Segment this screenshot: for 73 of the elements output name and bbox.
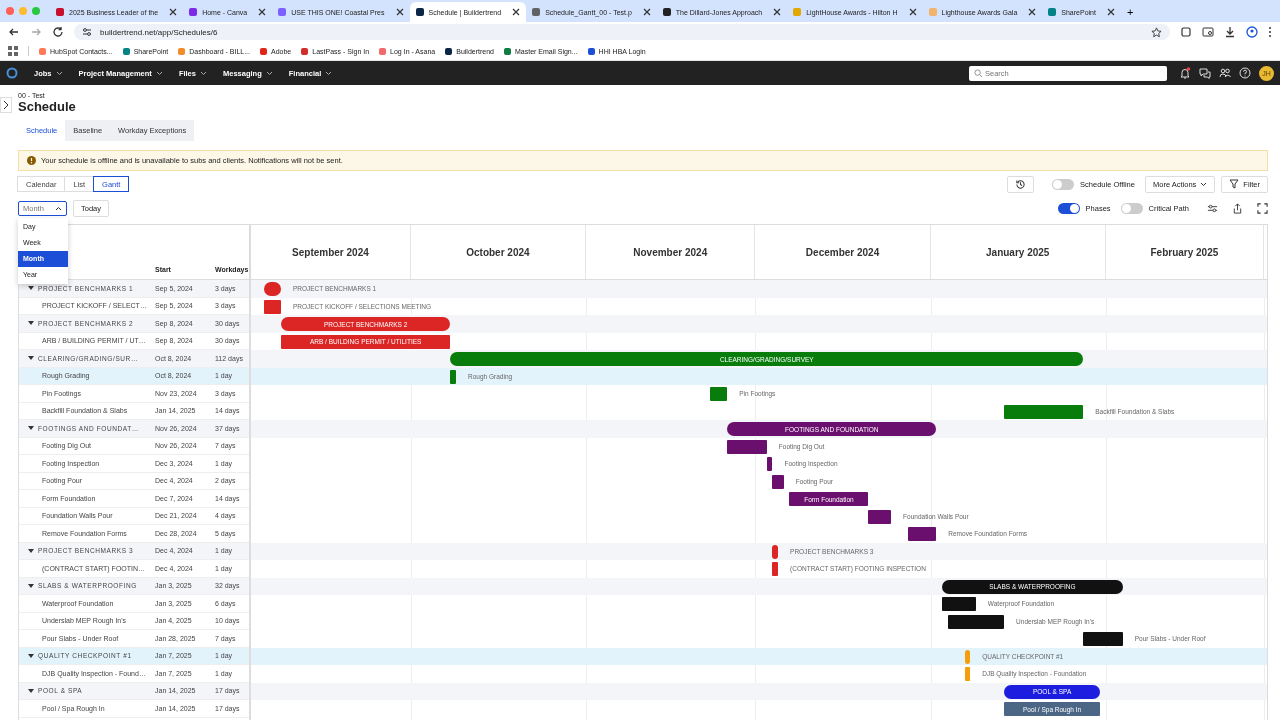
more-menu-icon[interactable] xyxy=(1268,26,1272,38)
phase-bar[interactable] xyxy=(772,544,779,559)
month-label: September 2024 xyxy=(292,246,369,258)
notification-bell-icon[interactable] xyxy=(1179,67,1191,79)
reload-icon[interactable] xyxy=(52,26,64,38)
task-bar[interactable] xyxy=(772,474,784,489)
address-bar[interactable]: buildertrend.net/app/Schedules/6 xyxy=(74,24,1170,40)
phases-toggle[interactable] xyxy=(1057,202,1080,214)
month-label: February 2025 xyxy=(1150,246,1219,258)
history-icon xyxy=(1015,178,1027,190)
close-tab-icon[interactable] xyxy=(642,8,651,16)
download-icon[interactable] xyxy=(1224,26,1236,38)
month-label: November 2024 xyxy=(633,246,708,258)
collapse-triangle-icon[interactable] xyxy=(28,548,34,553)
favicon-icon[interactable] xyxy=(445,47,453,55)
close-tab-icon[interactable] xyxy=(908,8,917,16)
close-tab-icon[interactable] xyxy=(1028,8,1037,16)
page-title: Schedule xyxy=(18,99,77,114)
schedule-offline-toggle[interactable] xyxy=(1052,178,1075,190)
month-label: October 2024 xyxy=(466,246,530,258)
close-tab-icon[interactable] xyxy=(1106,8,1115,16)
ring-logo-icon[interactable] xyxy=(6,67,18,79)
search-icon xyxy=(974,68,983,78)
chevron-up-icon xyxy=(55,205,62,211)
task-bar[interactable] xyxy=(941,597,976,611)
close-tab-icon[interactable] xyxy=(258,8,267,16)
task-bar[interactable] xyxy=(766,457,773,471)
share-icon[interactable] xyxy=(1232,202,1243,214)
chat-bubbles-icon[interactable] xyxy=(1199,67,1211,79)
tab-search-icon[interactable] xyxy=(1202,26,1214,38)
help-icon[interactable] xyxy=(1239,67,1251,79)
collapse-triangle-icon[interactable] xyxy=(28,653,34,658)
task-bar[interactable] xyxy=(868,509,892,524)
collapse-triangle-icon[interactable] xyxy=(28,321,34,326)
collapse-triangle-icon[interactable] xyxy=(28,286,34,291)
people-icon[interactable] xyxy=(1219,67,1231,79)
phase-bar[interactable] xyxy=(263,282,281,296)
apps-grid-icon[interactable] xyxy=(8,46,18,56)
chevron-down-icon xyxy=(55,70,63,76)
filter-icon xyxy=(1229,179,1240,189)
close-tab-icon[interactable] xyxy=(395,8,404,16)
fullscreen-icon[interactable] xyxy=(1257,202,1268,214)
sliders-icon[interactable] xyxy=(1207,202,1218,214)
close-tab-icon[interactable] xyxy=(512,8,521,16)
history-button[interactable] xyxy=(1007,175,1035,193)
chevron-down-icon xyxy=(1200,181,1208,187)
bookmark-star-icon[interactable] xyxy=(1151,26,1162,38)
profile-icon[interactable] xyxy=(1246,26,1258,38)
month-label: December 2024 xyxy=(805,246,880,258)
task-bar[interactable] xyxy=(947,614,1005,629)
collapse-triangle-icon[interactable] xyxy=(28,426,34,431)
favicon-icon[interactable] xyxy=(587,47,595,55)
collapse-triangle-icon[interactable] xyxy=(28,356,34,361)
chevron-right-icon xyxy=(3,100,9,110)
chevron-down-icon xyxy=(155,70,163,76)
site-settings-icon[interactable] xyxy=(82,27,92,37)
collapse-triangle-icon[interactable] xyxy=(28,583,34,588)
task-bar[interactable] xyxy=(727,439,767,454)
url-text: buildertrend.net/app/Schedules/6 xyxy=(100,27,219,37)
extensions-icon[interactable] xyxy=(1180,26,1192,38)
chevron-down-icon xyxy=(199,70,207,76)
close-tab-icon[interactable] xyxy=(773,8,782,16)
critical-path-toggle[interactable] xyxy=(1120,202,1143,214)
close-tab-icon[interactable] xyxy=(169,8,178,16)
collapse-triangle-icon[interactable] xyxy=(28,688,34,693)
chevron-down-icon xyxy=(265,70,273,76)
expand-sidebar-button[interactable] xyxy=(0,97,12,113)
month-label: January 2025 xyxy=(986,246,1050,258)
back-icon[interactable] xyxy=(8,26,20,38)
warning-icon xyxy=(27,156,36,165)
new-tab-button[interactable]: + xyxy=(1120,2,1140,22)
chevron-down-icon xyxy=(325,70,333,76)
task-bar[interactable] xyxy=(908,527,937,541)
